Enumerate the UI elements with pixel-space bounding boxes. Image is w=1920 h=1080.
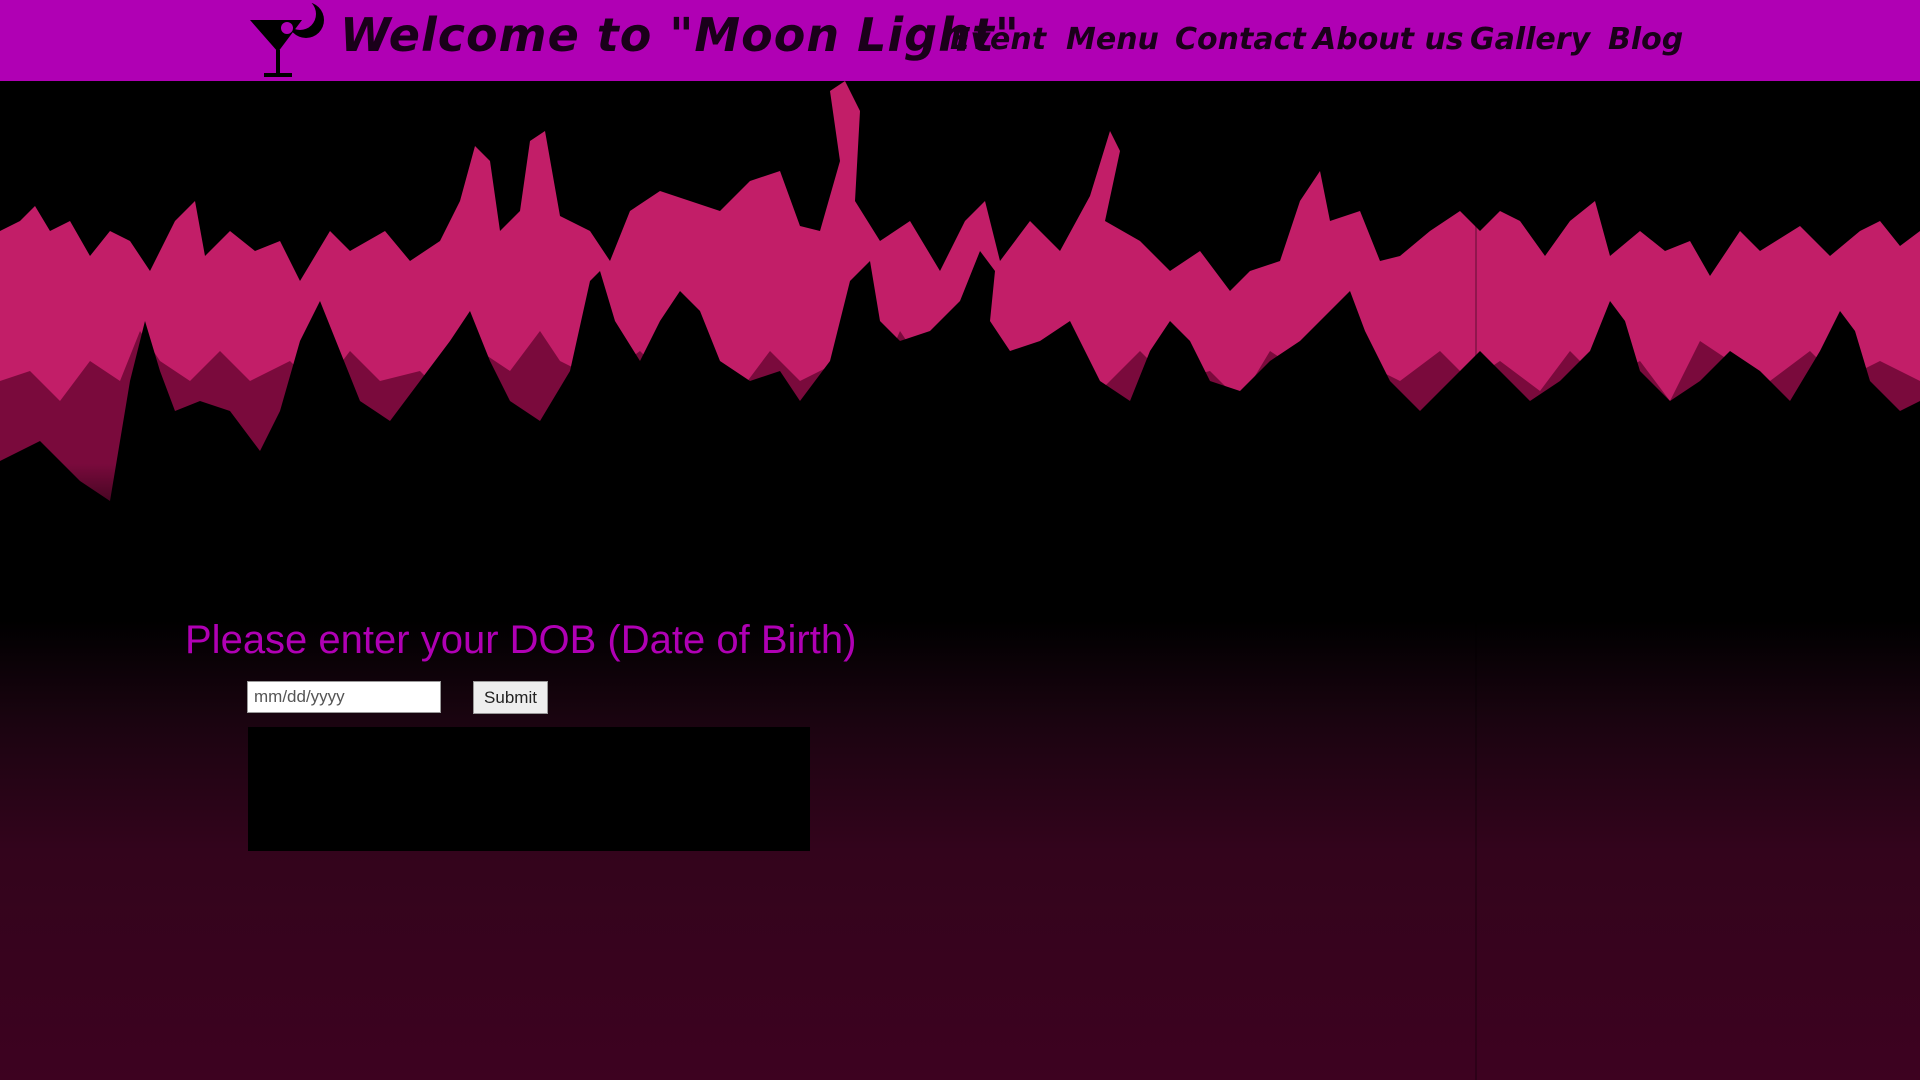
site-header: Welcome to "Moon Light" Event Menu Conta… (0, 0, 1920, 81)
cocktail-moon-icon[interactable] (246, 0, 328, 81)
nav-item-contact[interactable]: Contact (1175, 22, 1306, 57)
nav-item-about-us[interactable]: About us (1313, 22, 1464, 57)
submit-button[interactable]: Submit (473, 681, 548, 714)
nav-item-blog[interactable]: Blog (1608, 22, 1683, 57)
nav-item-gallery[interactable]: Gallery (1470, 22, 1590, 57)
result-box (248, 727, 810, 851)
nav-item-event[interactable]: Event (950, 22, 1046, 57)
hero-crowd-image (0, 81, 1920, 591)
dob-input[interactable] (247, 681, 441, 713)
background-seam (1475, 81, 1477, 1080)
nav-item-menu[interactable]: Menu (1066, 22, 1159, 57)
dob-prompt: Please enter your DOB (Date of Birth) (185, 618, 857, 662)
site-title: Welcome to "Moon Light" (340, 8, 1020, 62)
